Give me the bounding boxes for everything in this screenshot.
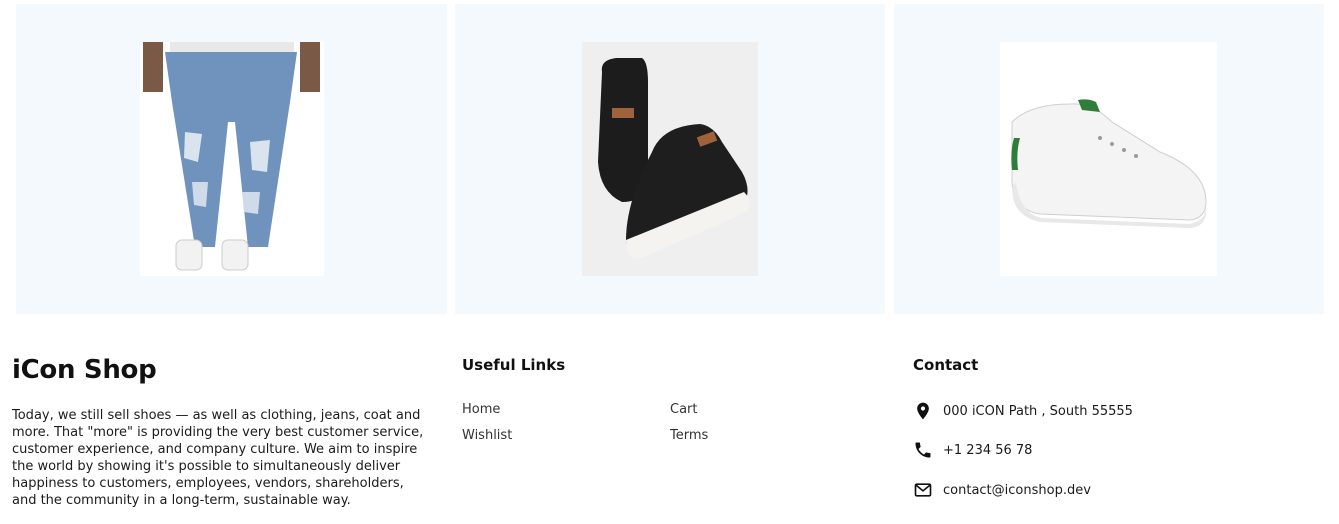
link-cart[interactable]: Cart [670,402,698,417]
link-wishlist[interactable]: Wishlist [462,428,512,443]
product-card-white-shoe[interactable] [894,4,1324,314]
sneakers-illustration [582,42,758,276]
product-card-jeans[interactable] [16,4,447,314]
about-text: Today, we still sell shoes — as well as … [12,408,424,508]
link-terms[interactable]: Terms [670,428,708,443]
black-sneakers-image[interactable] [582,42,758,276]
mail-icon [914,483,932,497]
useful-links-title: Useful Links [462,356,566,374]
product-card-sneakers[interactable] [455,4,885,314]
ripped-jeans-image[interactable] [140,42,324,276]
contact-phone: +1 234 56 78 [913,439,1032,461]
location-pin-icon [917,402,929,420]
email-text[interactable]: contact@iconshop.dev [943,483,1091,498]
contact-address: 000 iCON Path , South 55555 [913,400,1133,422]
contact-email[interactable]: contact@iconshop.dev [913,479,1091,501]
phone-icon [915,442,931,458]
white-shoe-illustration [1011,99,1207,228]
site-footer: iCon Shop Today, we still sell shoes — a… [0,314,1339,524]
product-grid [0,4,1339,314]
jeans-illustration [143,42,320,271]
address-text: 000 iCON Path , South 55555 [943,403,1133,419]
white-sneaker-image[interactable] [1000,42,1217,276]
link-home[interactable]: Home [462,402,500,417]
phone-text: +1 234 56 78 [943,442,1033,458]
contact-title: Contact [913,356,979,374]
brand-name: iCon Shop [12,355,157,385]
